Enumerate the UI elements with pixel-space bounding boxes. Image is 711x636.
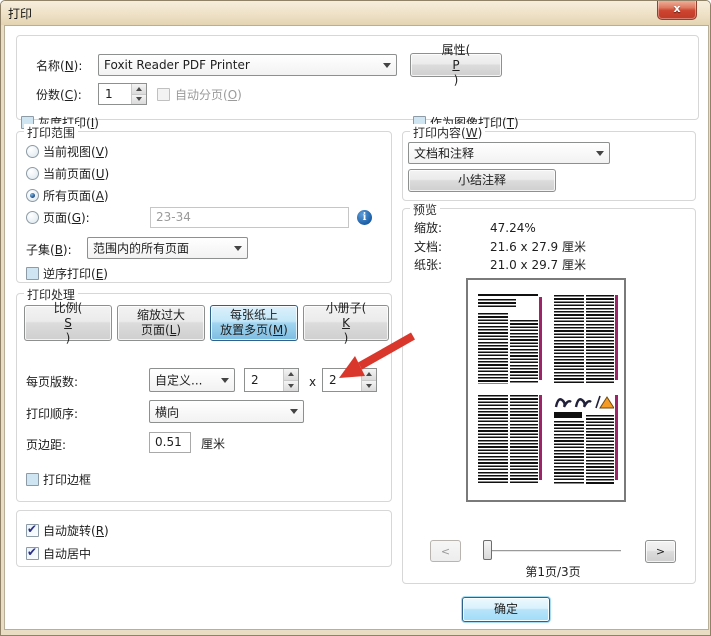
current-page-radio[interactable]	[26, 167, 39, 180]
print-order-value: 横向	[155, 403, 179, 420]
auto-center-label: 自动居中	[43, 546, 91, 562]
chevron-down-icon	[592, 144, 608, 162]
print-range-caption: 打印范围	[24, 124, 78, 141]
spin-up-icon[interactable]	[362, 369, 376, 380]
print-border-checkbox[interactable]	[26, 473, 39, 486]
slider-track[interactable]	[485, 550, 621, 551]
page-indicator: 第1页/3页	[430, 564, 676, 580]
slider-handle[interactable]	[483, 540, 492, 560]
print-content-caption: 打印内容(W)	[410, 124, 485, 141]
paper-size-label: 纸张:	[414, 257, 442, 273]
preview-page-slider[interactable]	[481, 538, 623, 562]
dialog-body: 名称(N): Foxit Reader PDF Printer 属性(P) 份数…	[4, 25, 709, 630]
auto-rotate-label: 自动旋转(R)	[43, 523, 109, 539]
auto-rotate-checkbox[interactable]	[26, 524, 39, 537]
grid-times-label: x	[309, 374, 316, 390]
paper-size-value: 21.0 x 29.7 厘米	[490, 257, 586, 273]
pages-across-value: 2	[251, 373, 259, 387]
print-border-label: 打印边框	[43, 472, 91, 488]
subset-select-value: 范围内的所有页面	[93, 240, 189, 257]
copies-value: 1	[105, 87, 113, 101]
spin-down-icon[interactable]	[284, 380, 298, 392]
preview-page	[466, 278, 626, 502]
preview-prev-button[interactable]: <	[430, 540, 461, 562]
pages-per-sheet-value: 自定义...	[155, 372, 202, 389]
booklet-button[interactable]: 小册子(K)	[303, 305, 389, 341]
close-icon: x	[673, 2, 680, 15]
spin-down-icon[interactable]	[132, 94, 146, 105]
reverse-label: 逆序打印(E)	[43, 266, 108, 282]
document-size-label: 文档:	[414, 239, 442, 255]
printer-group: 名称(N): Foxit Reader PDF Printer 属性(P) 份数…	[16, 35, 699, 120]
current-view-label[interactable]: 当前视图(V)	[43, 144, 109, 160]
info-icon[interactable]: i	[357, 210, 372, 225]
print-order-select[interactable]: 横向	[149, 400, 304, 423]
all-pages-label[interactable]: 所有页面(A)	[43, 188, 109, 204]
chevron-down-icon	[230, 239, 246, 257]
scale-mode-button[interactable]: 比例(S)	[24, 305, 112, 341]
preview-caption: 预览	[410, 201, 440, 218]
subset-select[interactable]: 范围内的所有页面	[87, 237, 248, 259]
multiple-per-sheet-button[interactable]: 每张纸上 放置多页(M)	[210, 305, 298, 341]
pages-per-sheet-label: 每页版数:	[26, 374, 78, 390]
chevron-down-icon	[379, 56, 395, 74]
zoom-value: 47.24%	[490, 220, 536, 236]
pages-down-value: 2	[329, 373, 337, 387]
print-order-label: 打印顺序:	[26, 406, 78, 422]
spin-down-icon[interactable]	[362, 380, 376, 392]
printer-name-label: 名称(N):	[36, 58, 82, 74]
pages-label[interactable]: 页面(G):	[43, 210, 90, 226]
page-thumbnail	[477, 293, 544, 386]
summarize-comments-button[interactable]: 小结注释	[408, 169, 556, 192]
brand-logo-icon	[554, 394, 614, 410]
page-thumbnail	[553, 293, 620, 386]
pages-input[interactable]: 23-34	[150, 207, 349, 228]
pages-across-stepper[interactable]: 2	[244, 368, 299, 392]
spin-up-icon[interactable]	[284, 369, 298, 380]
collate-checkbox	[157, 88, 170, 101]
print-dialog: 打印 x 名称(N): Foxit Reader PDF Printer 属性(…	[0, 0, 711, 636]
pages-per-sheet-select[interactable]: 自定义...	[149, 368, 235, 392]
subset-label: 子集(B):	[26, 242, 72, 258]
preview-next-button[interactable]: >	[645, 540, 676, 563]
margin-label: 页边距:	[26, 437, 66, 453]
auto-center-checkbox[interactable]	[26, 547, 39, 560]
window-title: 打印	[8, 5, 32, 22]
margin-unit-label: 厘米	[201, 436, 225, 452]
current-view-radio[interactable]	[26, 145, 39, 158]
printer-select[interactable]: Foxit Reader PDF Printer	[98, 54, 397, 76]
pages-radio[interactable]	[26, 211, 39, 224]
pages-down-stepper[interactable]: 2	[322, 368, 377, 392]
printer-select-value: Foxit Reader PDF Printer	[104, 58, 250, 72]
copies-label: 份数(C):	[36, 87, 82, 103]
close-button[interactable]: x	[657, 0, 697, 20]
spin-up-icon[interactable]	[132, 84, 146, 94]
print-content-value: 文档和注释	[414, 145, 474, 162]
current-page-label[interactable]: 当前页面(U)	[43, 166, 109, 182]
title-bar[interactable]: 打印 x	[1, 1, 710, 25]
margin-input[interactable]: 0.51	[149, 432, 191, 453]
copies-stepper[interactable]: 1	[98, 83, 147, 105]
print-content-select[interactable]: 文档和注释	[408, 142, 610, 164]
ok-button[interactable]: 确定	[462, 597, 550, 622]
reverse-checkbox[interactable]	[26, 267, 39, 280]
zoom-label: 缩放:	[414, 220, 442, 236]
page-thumbnail	[553, 393, 620, 486]
shrink-oversize-button[interactable]: 缩放过大 页面(L)	[117, 305, 205, 341]
all-pages-radio[interactable]	[26, 189, 39, 202]
page-thumbnail	[477, 393, 544, 486]
document-size-value: 21.6 x 27.9 厘米	[490, 239, 586, 255]
chevron-down-icon	[286, 402, 302, 421]
chevron-down-icon	[217, 370, 233, 390]
collate-label: 自动分页(O)	[175, 87, 242, 103]
properties-button[interactable]: 属性(P)	[410, 53, 502, 77]
